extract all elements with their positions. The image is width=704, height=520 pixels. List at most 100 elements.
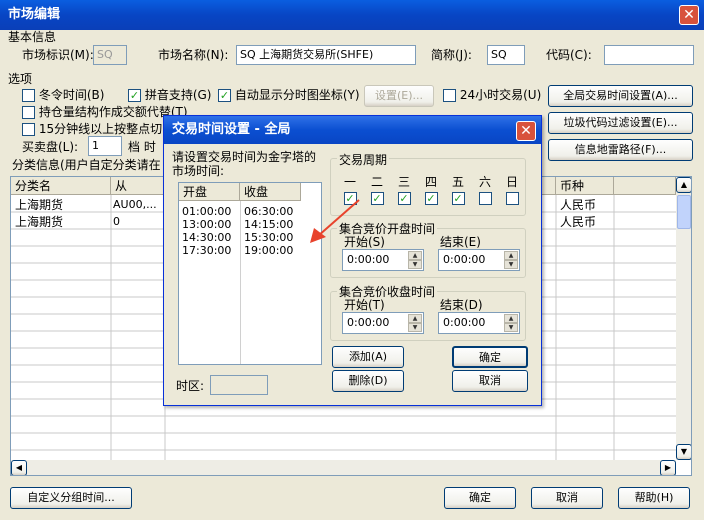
dialog-close-button[interactable]: ✕ xyxy=(516,121,536,141)
ca-start-label: 开始(T) xyxy=(344,298,385,312)
tier-label: 档 时 xyxy=(128,140,156,154)
oa-start-spinner[interactable]: 0:00:00 ▲ ▼ xyxy=(342,249,424,271)
ca-end-label: 结束(D) xyxy=(440,298,483,312)
winter-time-checkbox[interactable] xyxy=(22,89,35,102)
col-header-name[interactable]: 分类名 xyxy=(11,177,111,195)
garbage-filter-button[interactable]: 垃圾代码过滤设置(E)... xyxy=(548,112,693,134)
custom-group-time-button[interactable]: 自定义分组时间... xyxy=(10,487,132,509)
auto-coord-checkbox[interactable]: ✓ xyxy=(218,89,231,102)
up-arrow-icon[interactable]: ▲ xyxy=(408,251,422,260)
session-list[interactable]: 开盘 收盘 01:00:00 06:30:00 13:00:00 14:15:0… xyxy=(178,182,322,365)
oa-end-spinner[interactable]: 0:00:00 ▲ ▼ xyxy=(438,249,520,271)
settings-button[interactable]: 设置(E)... xyxy=(364,85,434,107)
window-titlebar: 市场编辑 xyxy=(0,0,704,30)
code-label: 代码(C): xyxy=(546,48,592,62)
weekday-4[interactable]: 五 ✓ xyxy=(450,173,466,205)
ca-start-value: 0:00:00 xyxy=(347,316,390,329)
session-2-close[interactable]: 14:15:00 xyxy=(244,218,293,232)
h24-option[interactable]: 24小时交易(U) xyxy=(443,88,541,102)
session-4-open[interactable]: 17:30:00 xyxy=(182,244,231,258)
min15-option[interactable]: 15分钟线以上按整点切分 xyxy=(22,122,162,136)
weekday-checkbox[interactable]: ✓ xyxy=(451,192,465,205)
scroll-left-button[interactable]: ◀ xyxy=(11,460,27,475)
scroll-up-button[interactable]: ▲ xyxy=(676,177,691,193)
code-field[interactable] xyxy=(604,45,694,65)
market-name-field[interactable]: SQ 上海期货交易所(SHFE) xyxy=(236,45,416,65)
pinyin-option[interactable]: ✓ 拼音支持(G) xyxy=(128,88,212,102)
auto-coord-option[interactable]: ✓ 自动显示分时图坐标(Y) xyxy=(218,88,360,102)
session-1-open[interactable]: 01:00:00 xyxy=(182,205,231,219)
cancel-button[interactable]: 取消 xyxy=(531,487,603,509)
bidask-label: 买卖盘(L): xyxy=(22,140,79,154)
weekday-checkbox[interactable] xyxy=(505,192,519,205)
session-3-close[interactable]: 15:30:00 xyxy=(244,231,293,245)
down-arrow-icon[interactable]: ▼ xyxy=(504,323,518,332)
scroll-down-button[interactable]: ▼ xyxy=(676,444,691,460)
ok-button[interactable]: 确定 xyxy=(444,487,516,509)
weekday-1[interactable]: 二 ✓ xyxy=(369,173,385,205)
weekday-label: 三 xyxy=(397,175,410,189)
window-close-button[interactable]: ✕ xyxy=(679,5,699,25)
global-time-button[interactable]: 全局交易时间设置(A)... xyxy=(548,85,693,107)
min15-checkbox[interactable] xyxy=(22,123,35,136)
help-button[interactable]: 帮助(H) xyxy=(618,487,690,509)
ca-start-spinner[interactable]: 0:00:00 ▲ ▼ xyxy=(342,312,424,334)
oa-start-value: 0:00:00 xyxy=(347,253,390,266)
weekday-checkbox[interactable]: ✓ xyxy=(397,192,411,205)
winter-time-option[interactable]: 冬令时间(B) xyxy=(22,88,104,102)
oa-end-value: 0:00:00 xyxy=(443,253,486,266)
weekday-checkbox[interactable]: ✓ xyxy=(424,192,438,205)
up-arrow-icon[interactable]: ▲ xyxy=(504,314,518,323)
dialog-ok-button[interactable]: 确定 xyxy=(452,346,528,368)
h24-checkbox[interactable] xyxy=(443,89,456,102)
market-name-label: 市场名称(N): xyxy=(158,48,229,62)
weekday-label: 二 xyxy=(370,175,383,189)
session-2-open[interactable]: 13:00:00 xyxy=(182,218,231,232)
up-arrow-icon[interactable]: ▲ xyxy=(504,251,518,260)
down-arrow-icon[interactable]: ▼ xyxy=(408,260,422,269)
scroll-right-button[interactable]: ▶ xyxy=(660,460,676,475)
down-arrow-icon[interactable]: ▼ xyxy=(504,260,518,269)
weekday-2[interactable]: 三 ✓ xyxy=(396,173,412,205)
weekday-6[interactable]: 日 xyxy=(504,173,520,205)
min15-label: 15分钟线以上按整点切分 xyxy=(38,122,162,136)
ca-end-value: 0:00:00 xyxy=(443,316,486,329)
col-header-currency[interactable]: 币种 xyxy=(556,177,614,195)
up-arrow-icon[interactable]: ▲ xyxy=(408,314,422,323)
hold-struct-checkbox[interactable] xyxy=(22,106,35,119)
trading-time-dialog: 交易时间设置 - 全局 ✕ 请设置交易时间为金字塔的市场时间: 开盘 收盘 01… xyxy=(163,115,542,406)
market-id-label: 市场标识(M): xyxy=(22,48,94,62)
session-3-open[interactable]: 14:30:00 xyxy=(182,231,231,245)
col-header-extra[interactable] xyxy=(614,177,676,195)
add-session-button[interactable]: 添加(A) xyxy=(332,346,404,368)
bidask-field[interactable]: 1 xyxy=(88,136,122,156)
weekday-3[interactable]: 四 ✓ xyxy=(423,173,439,205)
market-id-field[interactable]: SQ xyxy=(93,45,127,65)
auto-coord-label: 自动显示分时图坐标(Y) xyxy=(234,88,360,102)
weekday-checkbox[interactable] xyxy=(478,192,492,205)
col-header-from[interactable]: 从 xyxy=(111,177,165,195)
info-mine-button[interactable]: 信息地雷路径(F)... xyxy=(548,139,693,161)
session-4-close[interactable]: 19:00:00 xyxy=(244,244,293,258)
timezone-field[interactable] xyxy=(210,375,268,395)
weekday-checkbox[interactable]: ✓ xyxy=(370,192,384,205)
ca-end-spinner[interactable]: 0:00:00 ▲ ▼ xyxy=(438,312,520,334)
session-header-open[interactable]: 开盘 xyxy=(179,183,240,201)
abbr-label: 简称(J): xyxy=(431,48,472,62)
pinyin-checkbox[interactable]: ✓ xyxy=(128,89,141,102)
dialog-cancel-button[interactable]: 取消 xyxy=(452,370,528,392)
abbr-field[interactable]: SQ xyxy=(487,45,525,65)
weekday-5[interactable]: 六 xyxy=(477,173,493,205)
winter-time-label: 冬令时间(B) xyxy=(38,88,105,102)
delete-session-button[interactable]: 删除(D) xyxy=(332,370,404,392)
horizontal-scrollbar[interactable]: ◀ ▶ xyxy=(11,460,676,475)
timezone-label: 时区: xyxy=(176,379,205,393)
session-1-close[interactable]: 06:30:00 xyxy=(244,205,293,219)
vertical-scrollbar[interactable]: ▲ ▼ xyxy=(676,177,691,460)
options-heading: 选项 xyxy=(8,72,33,86)
dialog-instruction: 请设置交易时间为金字塔的市场时间: xyxy=(172,150,317,178)
red-arrow-icon xyxy=(310,199,360,243)
down-arrow-icon[interactable]: ▼ xyxy=(408,323,422,332)
session-header-close[interactable]: 收盘 xyxy=(240,183,301,201)
scroll-thumb[interactable] xyxy=(677,195,691,229)
